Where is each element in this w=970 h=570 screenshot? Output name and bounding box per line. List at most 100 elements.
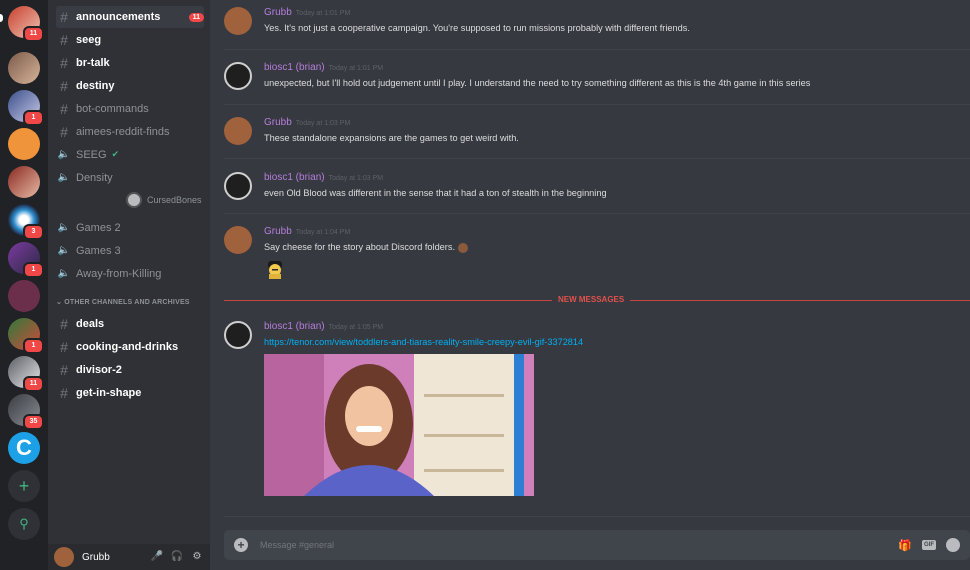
voice-channel-games-3[interactable]: 🔈 Games 3 — [56, 240, 204, 261]
channel-label: seeg — [76, 33, 102, 46]
explore-servers-icon[interactable]: ⚲ — [8, 508, 40, 540]
server-badge: 1 — [23, 262, 44, 278]
gif-button[interactable]: GIF — [922, 540, 936, 550]
speaker-icon: 🔈 — [57, 245, 71, 256]
voice-channel-games-2[interactable]: 🔈 Games 2 — [56, 217, 204, 238]
server-badge: 11 — [23, 26, 44, 42]
channel-label: aimees-reddit-finds — [76, 125, 170, 138]
message-timestamp: Today at 1:01 PM — [295, 10, 351, 17]
channel-label: cooking-and-drinks — [76, 340, 179, 353]
server-badge: 1 — [23, 110, 44, 126]
channel-announcements[interactable]: # announcements 11 — [56, 6, 204, 28]
server-icon-c[interactable]: C — [8, 432, 40, 464]
hash-icon: # — [60, 361, 68, 378]
server-badge: 1 — [23, 338, 44, 354]
avatar — [126, 192, 142, 208]
avatar[interactable] — [224, 226, 252, 254]
chevron-down-icon: ⌄ — [56, 299, 63, 306]
avatar[interactable] — [224, 7, 252, 35]
server-icon[interactable]: 1 — [8, 90, 44, 126]
channel-label: br-talk — [76, 56, 110, 69]
message-author[interactable]: Grubb — [264, 7, 292, 18]
message-timestamp: Today at 1:01 PM — [328, 65, 384, 72]
server-icon[interactable] — [8, 166, 40, 198]
channel-label: get-in-shape — [76, 386, 142, 399]
discord-app: 11 1 3 1 1 11 35 C + ⚲ # announcements 1… — [0, 0, 970, 570]
channel-label: Games 3 — [76, 244, 121, 257]
emoji-icon[interactable] — [946, 538, 960, 552]
channel-deals[interactable]: # deals — [56, 313, 204, 334]
server-icon[interactable]: 11 — [8, 356, 44, 392]
message-timestamp: Today at 1:03 PM — [295, 120, 351, 127]
server-icon[interactable] — [8, 52, 40, 84]
server-icon[interactable]: 35 — [8, 394, 44, 430]
message-input[interactable]: Message #general — [260, 540, 888, 550]
server-icon[interactable]: 11 — [8, 6, 44, 42]
custom-emoji-icon — [457, 242, 468, 253]
user-name: Grubb — [82, 551, 110, 563]
message-timestamp: Today at 1:05 PM — [328, 324, 384, 331]
avatar[interactable] — [224, 172, 252, 200]
channel-label: Density — [76, 171, 113, 184]
channel-bot-commands[interactable]: # bot-commands — [56, 98, 204, 119]
channel-br-talk[interactable]: # br-talk — [56, 52, 204, 73]
hash-icon: # — [60, 77, 68, 94]
server-icon[interactable] — [8, 128, 40, 160]
channel-label: bot-commands — [76, 102, 149, 115]
message-author[interactable]: Grubb — [264, 117, 292, 128]
speaker-icon: 🔈 — [57, 149, 71, 160]
add-server-icon[interactable]: + — [8, 470, 40, 502]
avatar[interactable] — [54, 547, 74, 567]
message-author[interactable]: biosc1 (brian) — [264, 62, 325, 73]
server-icon[interactable]: 3 — [8, 204, 44, 240]
voice-channel-away-from-killing[interactable]: 🔈 Away-from-Killing — [56, 263, 204, 284]
channel-get-in-shape[interactable]: # get-in-shape — [56, 382, 204, 403]
message-text: even Old Blood was different in the sens… — [264, 188, 607, 198]
message-author[interactable]: biosc1 (brian) — [264, 321, 325, 332]
voice-channel-density[interactable]: 🔈 Density — [56, 167, 204, 188]
channel-label: destiny — [76, 79, 115, 92]
message-link[interactable]: https://tenor.com/view/toddlers-and-tiar… — [264, 337, 583, 347]
channel-aimees-reddit-finds[interactable]: # aimees-reddit-finds — [56, 121, 204, 142]
speaker-icon: 🔈 — [57, 172, 71, 183]
message-composer: + Message #general 🎁 GIF — [224, 530, 970, 560]
headphones-icon[interactable]: 🎧 — [170, 550, 184, 564]
channel-label: Games 2 — [76, 221, 121, 234]
message-text: Yes. It's not just a cooperative campaig… — [264, 23, 690, 33]
server-icon[interactable] — [8, 280, 40, 312]
gif-embed[interactable] — [264, 354, 534, 496]
channel-label: deals — [76, 317, 105, 330]
message-text: Say cheese for the story about Discord f… — [264, 242, 455, 252]
server-icon[interactable]: 1 — [8, 318, 44, 354]
channel-divisor-2[interactable]: # divisor-2 — [56, 359, 204, 380]
message-divider — [224, 158, 970, 159]
avatar[interactable] — [224, 321, 252, 349]
voice-user[interactable]: CursedBones — [126, 192, 202, 208]
new-messages-label: NEW MESSAGES — [552, 295, 631, 304]
voice-channel-seeg[interactable]: 🔈 SEEG ✔ — [56, 144, 204, 165]
user-panel: Grubb 🎤 🎧 ⚙ — [48, 544, 210, 570]
hash-icon: # — [60, 31, 68, 48]
channel-destiny[interactable]: # destiny — [56, 75, 204, 96]
new-messages-divider: NEW MESSAGES — [224, 295, 970, 304]
upload-plus-icon[interactable]: + — [234, 538, 248, 552]
gear-icon[interactable]: ⚙ — [190, 550, 204, 564]
category-header[interactable]: ⌄ OTHER CHANNELS AND ARCHIVES — [56, 298, 190, 306]
hash-icon: # — [60, 54, 68, 71]
hash-icon: # — [60, 384, 68, 401]
message-author[interactable]: Grubb — [264, 226, 292, 237]
channel-seeg[interactable]: # seeg — [56, 29, 204, 50]
speaker-icon: 🔈 — [57, 222, 71, 233]
server-icon[interactable]: 1 — [8, 242, 44, 278]
server-badge: 35 — [23, 414, 44, 430]
message-author[interactable]: biosc1 (brian) — [264, 172, 325, 183]
microphone-icon[interactable]: 🎤 — [150, 550, 164, 564]
channel-cooking-and-drinks[interactable]: # cooking-and-drinks — [56, 336, 204, 357]
avatar[interactable] — [224, 117, 252, 145]
selected-server-pip — [0, 14, 3, 22]
message-divider — [224, 213, 970, 214]
gift-icon[interactable]: 🎁 — [898, 539, 912, 552]
message-divider — [224, 104, 970, 105]
server-badge: 3 — [23, 224, 44, 240]
avatar[interactable] — [224, 62, 252, 90]
